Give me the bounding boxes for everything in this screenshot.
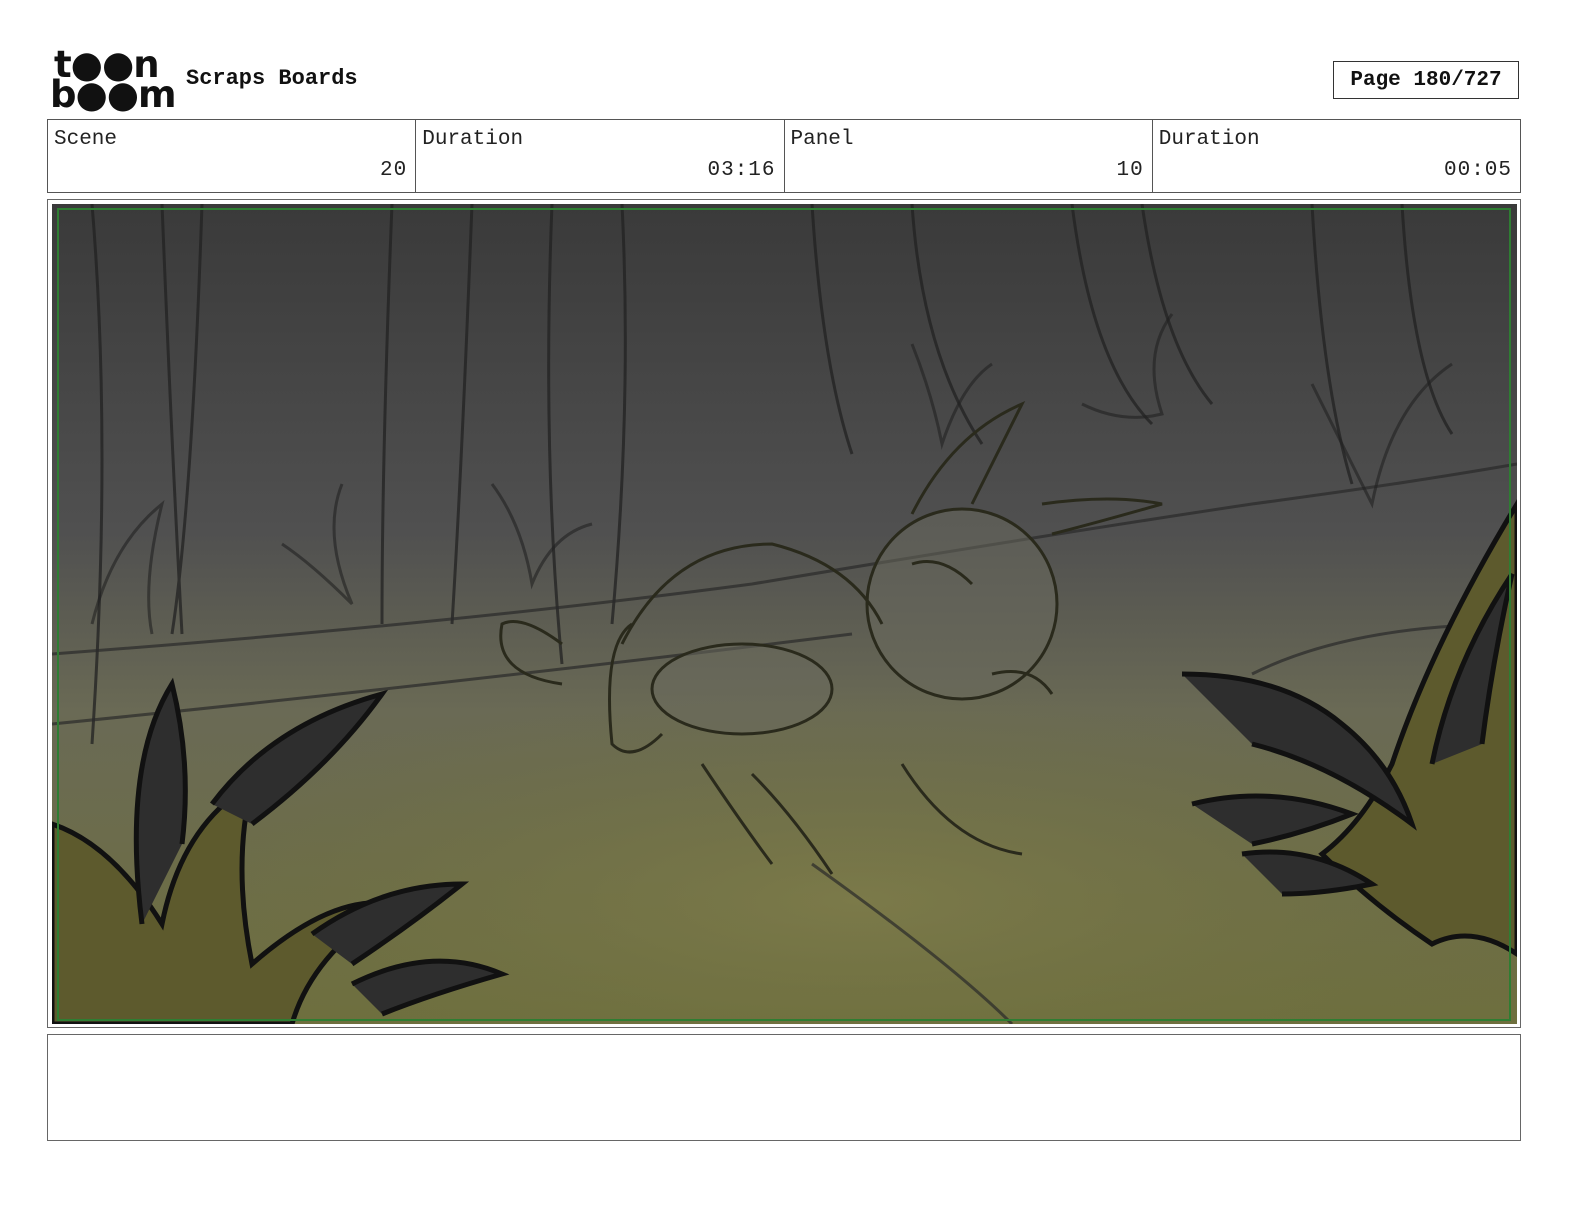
panel-notes-box: [47, 1034, 1521, 1141]
panel-duration-label: Duration: [1158, 128, 1260, 151]
panel-cell: Panel 10: [785, 120, 1153, 192]
page-indicator: Page 180/727: [1333, 61, 1519, 99]
scene-duration-value: 03:16: [707, 159, 776, 182]
scene-duration-label: Duration: [422, 128, 524, 151]
panel-duration-cell: Duration 00:05: [1153, 120, 1520, 192]
panel-info-row: Scene 20 Duration 03:16 Panel 10 Duratio…: [47, 119, 1521, 193]
scene-label: Scene: [54, 128, 118, 151]
scene-value: 20: [380, 159, 408, 182]
scene-cell: Scene 20: [48, 120, 417, 192]
toonboom-logo: t●●n b●●m: [50, 46, 177, 113]
scene-duration-cell: Duration 03:16: [416, 120, 785, 192]
panel-label: Panel: [790, 128, 854, 151]
panel-duration-value: 00:05: [1443, 159, 1512, 182]
storyboard-panel-image: [52, 204, 1517, 1024]
document-title: Scraps Boards: [186, 66, 358, 91]
logo-text-bottom: b●●m: [50, 73, 177, 116]
panel-value: 10: [1116, 159, 1144, 182]
